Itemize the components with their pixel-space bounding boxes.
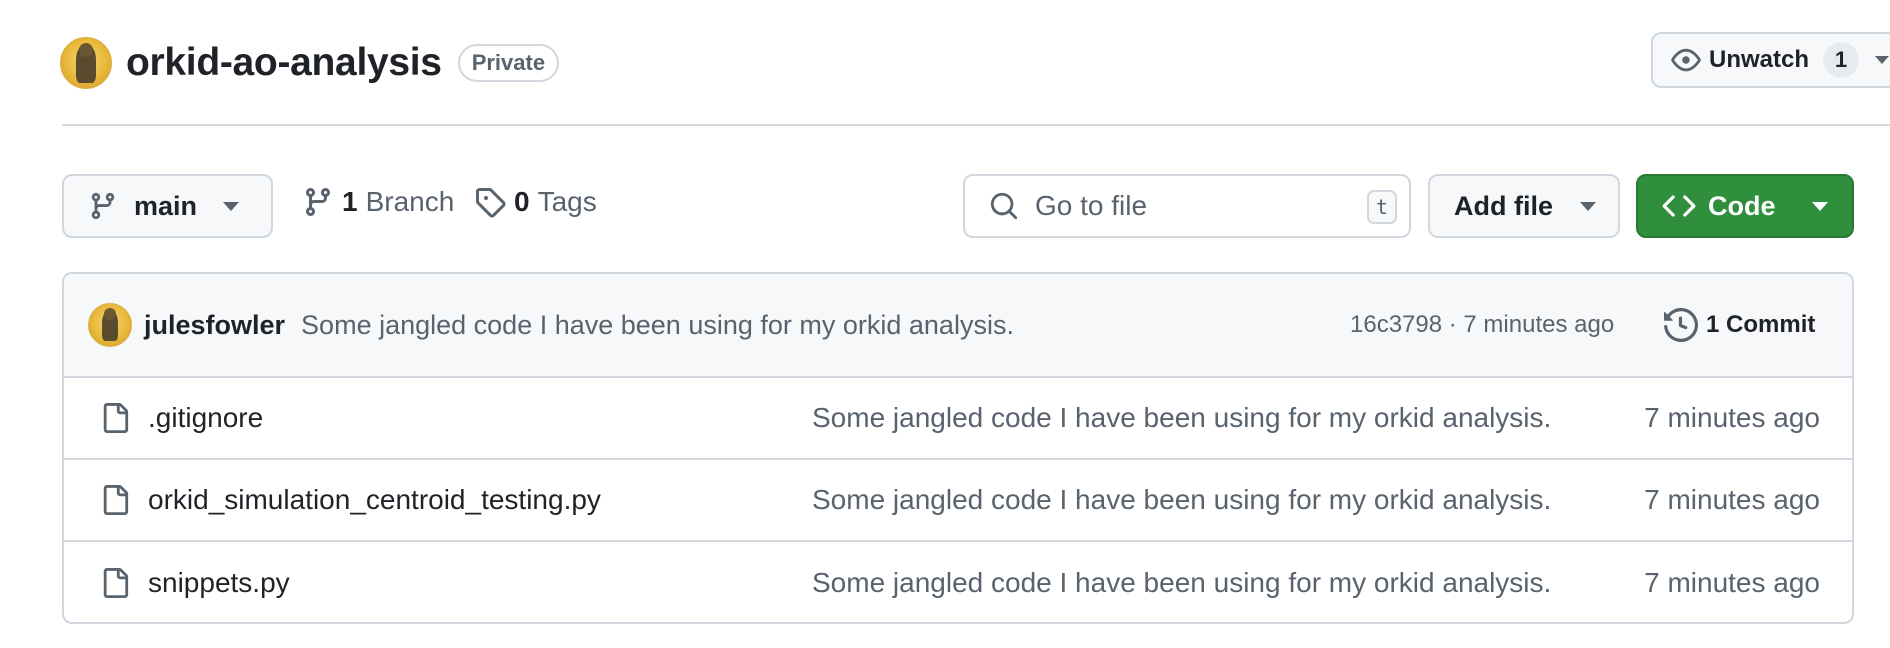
branches-count: 1 [342, 186, 358, 217]
file-name[interactable]: orkid_simulation_centroid_testing.py [148, 484, 601, 516]
commit-hash-time[interactable]: 16c3798 · 7 minutes ago [1350, 311, 1614, 339]
branches-label: Branch [365, 186, 455, 217]
add-file-label: Add file [1454, 190, 1553, 221]
chevron-down-icon [223, 201, 239, 211]
branch-select-button[interactable]: main [62, 174, 273, 238]
code-icon [1662, 195, 1696, 217]
file-row[interactable]: snippets.py Some jangled code I have bee… [64, 542, 1852, 622]
chevron-down-icon [1812, 201, 1828, 211]
git-branch-icon [91, 192, 115, 220]
latest-commit-bar: julesfowler Some jangled code I have bee… [64, 274, 1852, 378]
repo-name[interactable]: orkid-ao-analysis [126, 41, 442, 85]
file-commit-age: 7 minutes ago [1644, 484, 1820, 515]
file-icon [103, 568, 129, 598]
chevron-down-icon [1875, 56, 1890, 64]
history-icon [1664, 308, 1698, 342]
search-icon [990, 192, 1018, 220]
tags-count: 0 [514, 186, 530, 217]
branches-link[interactable]: 1 Branch [302, 186, 454, 218]
file-commit-message[interactable]: Some jangled code I have been using for … [812, 402, 1551, 434]
go-to-file-search[interactable]: t [963, 174, 1411, 238]
file-icon [103, 485, 129, 515]
code-button[interactable]: Code [1636, 174, 1854, 238]
author-avatar[interactable] [88, 303, 132, 347]
keyboard-shortcut-hint: t [1367, 190, 1397, 224]
file-commit-age: 7 minutes ago [1644, 567, 1820, 598]
file-row[interactable]: .gitignore Some jangled code I have been… [64, 378, 1852, 460]
file-name[interactable]: .gitignore [148, 402, 263, 434]
commits-history-link[interactable]: 1 Commit [1664, 308, 1815, 342]
watchers-count: 1 [1823, 42, 1860, 78]
chevron-down-icon [1580, 201, 1596, 211]
file-name[interactable]: snippets.py [148, 567, 290, 599]
commit-message[interactable]: Some jangled code I have been using for … [301, 310, 1014, 341]
repo-header: orkid-ao-analysis Private [60, 36, 560, 90]
file-row[interactable]: orkid_simulation_centroid_testing.py Som… [64, 460, 1852, 542]
file-icon [103, 403, 129, 433]
branch-name: main [134, 190, 198, 221]
git-branch-icon [305, 188, 330, 217]
code-label: Code [1708, 190, 1776, 221]
commits-count-label: 1 Commit [1706, 311, 1816, 338]
file-commit-message[interactable]: Some jangled code I have been using for … [812, 567, 1551, 599]
header-divider [62, 124, 1890, 126]
tags-label: Tags [537, 186, 597, 217]
visibility-badge: Private [457, 44, 560, 82]
unwatch-button[interactable]: Unwatch 1 [1651, 32, 1890, 88]
tags-link[interactable]: 0 Tags [474, 186, 597, 218]
file-commit-message[interactable]: Some jangled code I have been using for … [812, 484, 1551, 516]
file-commit-age: 7 minutes ago [1644, 402, 1820, 433]
unwatch-label: Unwatch [1709, 46, 1810, 73]
go-to-file-input[interactable] [1035, 190, 1335, 222]
eye-icon [1671, 48, 1701, 72]
tag-icon [476, 188, 506, 218]
file-browser: julesfowler Some jangled code I have bee… [62, 272, 1854, 624]
owner-avatar[interactable] [60, 37, 112, 89]
commit-author[interactable]: julesfowler [144, 310, 285, 341]
add-file-button[interactable]: Add file [1428, 174, 1620, 238]
